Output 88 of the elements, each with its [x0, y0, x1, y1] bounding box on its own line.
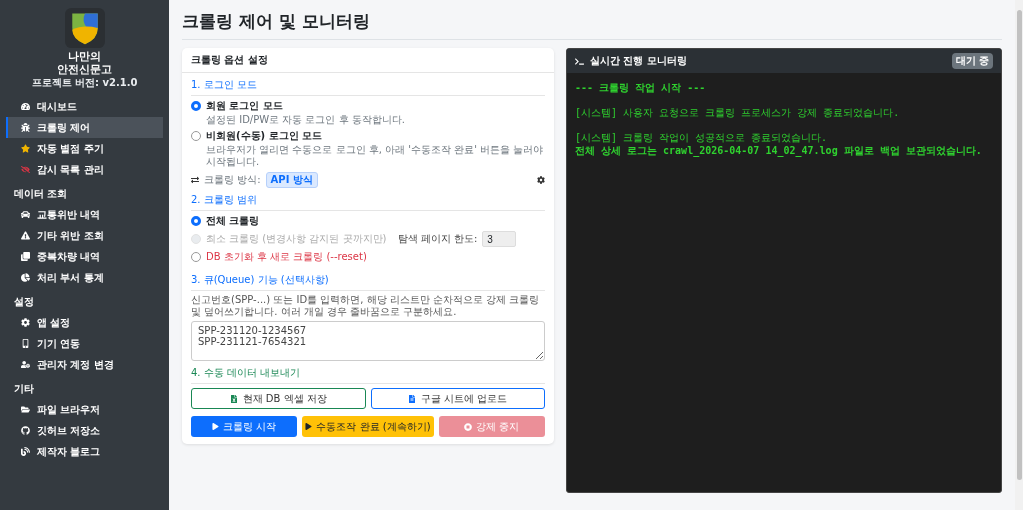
sidebar-item-label: 대시보드 [37, 99, 77, 114]
sidebar-item-label: 깃허브 저장소 [37, 423, 101, 438]
radio-label: 전체 크롤링 [206, 214, 260, 228]
section-heading: 2. 크롤링 범위 [191, 188, 545, 211]
log-line: 전체 상세 로그는 crawl_2026-04-07 14_02_47.log 파일로 백업 보관되었습니다. [575, 144, 983, 157]
section-heading: 1. 로그인 모드 [191, 73, 545, 96]
sidebar-item-label: 자동 별점 주기 [37, 141, 104, 156]
terminal-icon [575, 56, 584, 66]
play-icon [212, 423, 220, 430]
method-label: 크롤링 방식: [204, 173, 261, 187]
sidebar-item[interactable]: 앱 설정 [6, 312, 163, 333]
star-icon [21, 144, 30, 153]
sidebar-item[interactable]: 기타 위반 조회 [6, 225, 163, 246]
queue-help-text: 신고번호(SPP-...) 또는 ID를 입력하면, 해당 리스트만 순차적으로 강제 크롤링 및 덮어쓰기합니다. 여러 개일 경우 줄바꿈으로 구분하세요. [191, 294, 541, 318]
page-title: 크롤링 제어 및 모니터링 [182, 10, 1002, 40]
export-button[interactable]: 구글 시트에 업로드 [370, 388, 545, 409]
swap-arrows-icon [191, 176, 199, 184]
radio-button[interactable] [191, 252, 201, 262]
sidebar-item[interactable]: 자동 별점 주기 [6, 138, 163, 159]
warning-icon [21, 231, 30, 240]
option-description: 설정된 ID/PW로 자동 로그인 후 동작합니다. [206, 114, 406, 126]
radio-label: 최소 크롤링 (변경사항 감지된 곳까지만) [206, 232, 387, 246]
phone-icon [21, 339, 30, 348]
option-description: 브라우저가 열리면 수동으로 로그인 후, 아래 '수동조작 완료' 버튼을 눌러야 시작됩니다. [206, 144, 545, 168]
sidebar-heading: 설정 [13, 295, 35, 309]
app-name: 나만의 안전신문고 [57, 50, 112, 76]
sidebar-heading: 데이터 조회 [13, 187, 69, 201]
settings-icon [21, 318, 30, 327]
user-gear-icon [21, 360, 30, 369]
sidebar-item[interactable]: 깃허브 저장소 [6, 420, 163, 441]
sidebar-item-label: 처리 부서 통계 [37, 270, 104, 285]
radio-button[interactable] [191, 101, 201, 111]
sidebar-item-label: 기기 연동 [37, 336, 81, 351]
shield-logo [64, 8, 105, 48]
sidebar-heading: 기타 [13, 382, 35, 396]
document-icon [408, 394, 417, 403]
sidebar-item[interactable]: 파일 브라우저 [6, 399, 163, 420]
bug-icon [21, 123, 30, 132]
monitor-title: 실시간 진행 모니터링 [590, 54, 687, 68]
settings-icon[interactable] [537, 176, 545, 184]
sidebar-item-label: 기타 위반 조회 [37, 228, 104, 243]
sidebar-item-label: 중복차량 내역 [37, 249, 101, 264]
limit-label: 탐색 페이지 한도: [397, 232, 478, 246]
status-badge: 대기 중 [951, 53, 993, 69]
sidebar-item-label: 앱 설정 [37, 315, 71, 330]
sidebar-item[interactable]: 관리자 계정 변경 [6, 354, 163, 375]
card-title: 크롤링 옵션 설정 [182, 48, 554, 73]
sidebar-item[interactable]: 제작자 블로그 [6, 441, 163, 462]
pie-chart-icon [21, 273, 30, 282]
play-icon [305, 423, 313, 430]
gauge-icon [21, 102, 30, 111]
sidebar-item[interactable]: 대시보드 [6, 96, 163, 117]
document-icon [229, 394, 238, 403]
sidebar-item-label: 교통위반 내역 [37, 207, 101, 222]
sidebar-item-label: 감시 목록 관리 [37, 162, 104, 177]
action-button[interactable]: 수동조작 완료 (계속하기) [302, 416, 434, 437]
blog-icon [21, 447, 30, 456]
log-line: --- 크롤링 작업 시작 --- [575, 81, 707, 94]
action-button[interactable]: 크롤링 시작 [191, 416, 298, 437]
folder-icon [21, 405, 30, 414]
sidebar-item-label: 관리자 계정 변경 [37, 357, 114, 372]
sidebar-item[interactable]: 크롤링 제어 [6, 117, 163, 138]
radio-button[interactable] [191, 131, 201, 141]
eye-slash-icon [21, 165, 30, 174]
radio-label: DB 초기화 후 새로 크롤링 (--reset) [206, 250, 367, 264]
queue-input-field[interactable]: SPP-231120-1234567 SPP-231121-7654321 [191, 321, 545, 361]
sidebar-item-label: 제작자 블로그 [37, 444, 101, 459]
sidebar-item-label: 파일 브라우저 [37, 402, 101, 417]
log-line: [시스템] 크롤링 작업이 성공적으로 종료되었습니다. [575, 131, 829, 144]
sidebar-item[interactable]: 중복차량 내역 [6, 246, 163, 267]
method-badge: API 방식 [265, 172, 318, 188]
sidebar-item[interactable]: 감시 목록 관리 [6, 159, 163, 180]
section-heading: 4. 수동 데이터 내보내기 [191, 361, 545, 384]
log-line: [시스템] 사용자 요청으로 크롤링 프로세스가 강제 종료되었습니다. [575, 106, 901, 119]
car-icon [21, 210, 30, 219]
copy-icon [21, 252, 30, 261]
version-text: 프로젝트 버전: v2.1.0 [31, 76, 138, 90]
export-button[interactable]: 현재 DB 엑셀 저장 [191, 388, 366, 409]
sidebar-item-label: 크롤링 제어 [37, 120, 91, 135]
radio-label: 비회원(수동) 로그인 모드 [206, 129, 323, 143]
stop-icon [464, 422, 473, 431]
sidebar-item[interactable]: 기기 연동 [6, 333, 163, 354]
github-icon [21, 426, 30, 435]
sidebar-item[interactable]: 처리 부서 통계 [6, 267, 163, 288]
section-heading: 3. 큐(Queue) 기능 (선택사항) [191, 268, 545, 291]
radio-button[interactable] [191, 216, 201, 226]
sidebar-item[interactable]: 교통위반 내역 [6, 204, 163, 225]
radio-label: 회원 로그인 모드 [206, 99, 283, 113]
